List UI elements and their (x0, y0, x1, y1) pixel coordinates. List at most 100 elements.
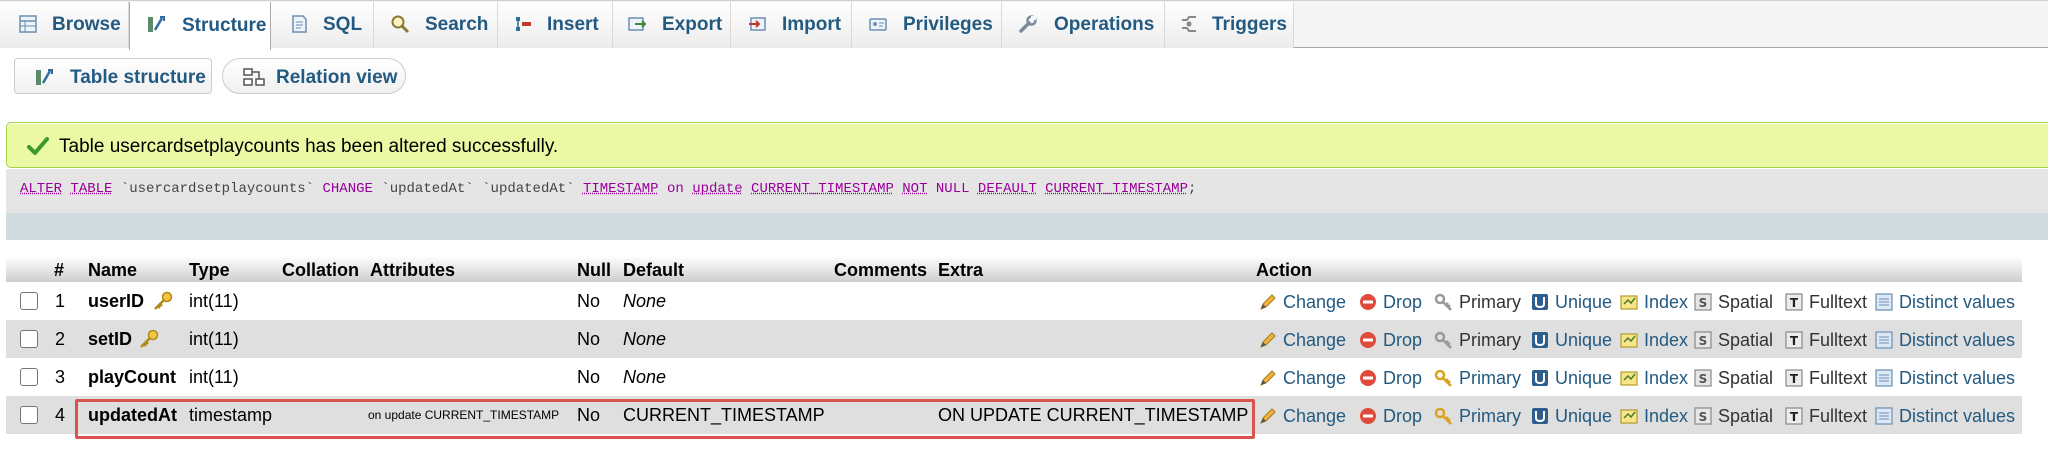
subtab-relation-view[interactable]: Relation view (222, 58, 406, 94)
sql-function[interactable]: CURRENT_TIMESTAMP (751, 181, 894, 197)
sql-query-display: ALTER TABLE `usercardsetplaycounts` CHAN… (6, 169, 2048, 213)
action-spatial-button[interactable]: S Spatial (1693, 328, 1773, 352)
column-name[interactable]: userID (88, 291, 144, 312)
import-icon (749, 17, 766, 31)
drop-icon (1360, 332, 1376, 348)
action-index-button[interactable]: Index (1619, 404, 1688, 428)
action-distinct-button[interactable]: Distinct values (1874, 366, 2015, 390)
column-null: No (577, 291, 601, 311)
sql-keyword[interactable]: DEFAULT (978, 181, 1037, 197)
action-drop-label: Drop (1383, 367, 1423, 388)
table-tab-bar: Browse Structure SQL Search Insert Expor… (0, 0, 2048, 50)
tab-search[interactable]: Search (374, 2, 498, 48)
sql-keyword[interactable]: ALTER (20, 181, 62, 197)
col-header-num: # (54, 260, 65, 280)
action-unique-label: Unique (1555, 367, 1613, 388)
insert-icon (516, 17, 531, 31)
column-attributes: on update CURRENT_TIMESTAMP (368, 408, 560, 422)
action-index-label: Index (1644, 405, 1689, 426)
tab-insert[interactable]: Insert (498, 2, 613, 48)
svg-text:S: S (1699, 410, 1708, 424)
subtab-table-structure[interactable]: Table structure (14, 58, 212, 94)
row-checkbox[interactable] (20, 330, 38, 348)
row-number: 4 (55, 405, 66, 425)
action-unique-button[interactable]: Unique (1530, 328, 1612, 352)
action-primary-button[interactable]: Primary (1434, 328, 1521, 352)
sql-identifier: `updatedAt` (381, 181, 474, 197)
action-change-button[interactable]: Change (1258, 404, 1346, 428)
action-drop-button[interactable]: Drop (1358, 366, 1422, 390)
column-name[interactable]: playCount (88, 367, 176, 388)
tab-import[interactable]: Import (731, 2, 852, 48)
sql-keyword[interactable]: NOT (902, 181, 927, 197)
action-primary-button[interactable]: Primary (1434, 404, 1521, 428)
column-type: int(11) (189, 329, 239, 349)
action-drop-button[interactable]: Drop (1358, 404, 1422, 428)
action-spatial-label: Spatial (1718, 367, 1774, 388)
privileges-icon (869, 18, 887, 31)
tab-operations[interactable]: Operations (1002, 2, 1165, 48)
action-drop-button[interactable]: Drop (1358, 290, 1422, 314)
action-fulltext-button[interactable]: T Fulltext (1784, 290, 1867, 314)
action-unique-button[interactable]: Unique (1530, 404, 1612, 428)
action-change-button[interactable]: Change (1258, 366, 1346, 390)
action-index-button[interactable]: Index (1619, 290, 1688, 314)
action-fulltext-button[interactable]: T Fulltext (1784, 328, 1867, 352)
action-change-label: Change (1283, 329, 1347, 350)
action-fulltext-button[interactable]: T Fulltext (1784, 366, 1867, 390)
col-header-collation: Collation (282, 260, 359, 280)
row-checkbox[interactable] (20, 368, 38, 386)
action-change-button[interactable]: Change (1258, 328, 1346, 352)
action-change-button[interactable]: Change (1258, 290, 1346, 314)
svg-text:T: T (1790, 410, 1799, 424)
unique-icon (1532, 370, 1548, 386)
action-unique-button[interactable]: Unique (1530, 366, 1612, 390)
action-index-button[interactable]: Index (1619, 366, 1688, 390)
unique-icon (1532, 408, 1548, 424)
unique-icon (1532, 294, 1548, 310)
svg-text:S: S (1699, 372, 1708, 386)
action-unique-button[interactable]: Unique (1530, 290, 1612, 314)
action-primary-button[interactable]: Primary (1434, 366, 1521, 390)
action-drop-button[interactable]: Drop (1358, 328, 1422, 352)
pencil-icon (1260, 332, 1276, 348)
action-fulltext-label: Fulltext (1809, 329, 1868, 350)
action-spatial-button[interactable]: S Spatial (1693, 290, 1773, 314)
col-header-type: Type (189, 260, 230, 280)
fulltext-icon: T (1785, 369, 1803, 387)
tab-browse-label: Browse (52, 14, 121, 35)
sql-keyword[interactable]: update (692, 181, 742, 197)
primary-key-icon (1434, 369, 1452, 387)
drop-icon (1360, 370, 1376, 386)
action-distinct-button[interactable]: Distinct values (1874, 328, 2015, 352)
tab-export[interactable]: Export (613, 2, 731, 48)
sql-keyword: NULL (935, 181, 970, 197)
sql-keyword[interactable]: TABLE (70, 181, 112, 197)
action-distinct-button[interactable]: Distinct values (1874, 404, 2015, 428)
action-spatial-label: Spatial (1718, 405, 1774, 426)
action-index-button[interactable]: Index (1619, 328, 1688, 352)
tab-triggers[interactable]: Triggers (1165, 2, 1294, 48)
sql-function[interactable]: CURRENT_TIMESTAMP (1045, 181, 1188, 197)
row-checkbox[interactable] (20, 406, 38, 424)
action-distinct-label: Distinct values (1899, 367, 2016, 388)
tab-structure[interactable]: Structure (129, 2, 271, 50)
subtab-relation-view-label: Relation view (276, 67, 398, 88)
tab-sql-label: SQL (323, 14, 363, 35)
action-distinct-button[interactable]: Distinct values (1874, 290, 2015, 314)
row-checkbox[interactable] (20, 292, 38, 310)
action-spatial-button[interactable]: S Spatial (1693, 366, 1773, 390)
column-default: None (623, 329, 667, 349)
tab-structure-label: Structure (182, 15, 267, 36)
tab-sql[interactable]: SQL (271, 2, 374, 48)
column-name[interactable]: updatedAt (88, 405, 177, 426)
tab-privileges[interactable]: Privileges (852, 2, 1002, 48)
action-fulltext-button[interactable]: T Fulltext (1784, 404, 1867, 428)
action-spatial-button[interactable]: S Spatial (1693, 404, 1773, 428)
tab-browse[interactable]: Browse (0, 2, 129, 48)
action-spatial-label: Spatial (1718, 329, 1774, 350)
action-primary-button[interactable]: Primary (1434, 290, 1521, 314)
sql-keyword[interactable]: TIMESTAMP (583, 181, 659, 197)
column-null: No (577, 329, 601, 349)
column-name[interactable]: setID (88, 329, 132, 350)
